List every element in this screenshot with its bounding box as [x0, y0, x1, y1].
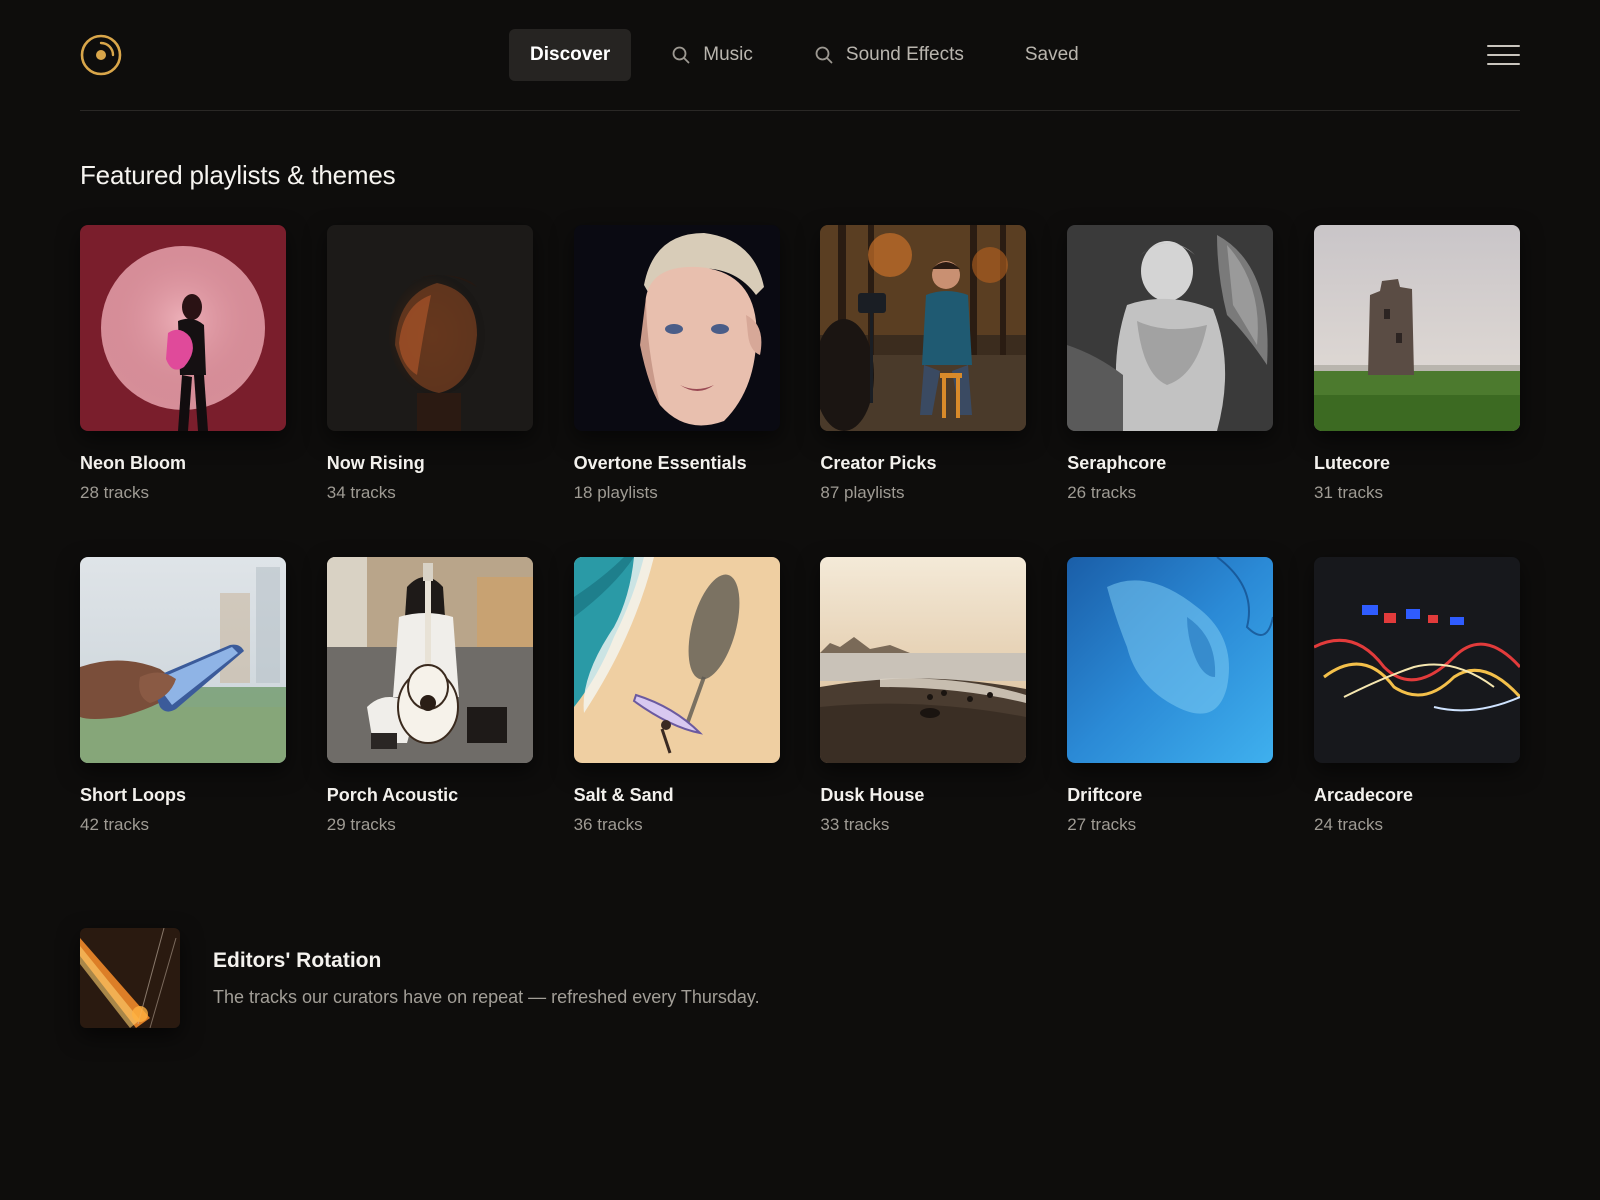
- playlist-count: 26 tracks: [1067, 483, 1137, 502]
- top-nav-bar: Discover Music Sound Effects Saved: [80, 0, 1520, 111]
- playlist-title: Driftcore: [1067, 785, 1143, 805]
- playlist-count: 24 tracks: [1313, 815, 1383, 834]
- playlist-card[interactable]: Now Rising 34 tracks: [326, 225, 533, 503]
- playlist-card[interactable]: Short Loops 42 tracks: [80, 557, 286, 835]
- playlist-title: Seraphcore: [1067, 453, 1167, 473]
- playlist-cover-image: [326, 225, 533, 431]
- nav-tab-label: Saved: [1024, 44, 1079, 65]
- playlist-count: 34 tracks: [326, 483, 396, 502]
- playlist-title: Overtone Essentials: [573, 453, 747, 473]
- playlist-card[interactable]: Porch Acoustic 29 tracks: [326, 557, 533, 835]
- nav-tab-music[interactable]: Music: [650, 29, 774, 81]
- playlist-card[interactable]: Salt & Sand 36 tracks: [573, 557, 780, 835]
- playlist-title: Short Loops: [80, 785, 186, 805]
- playlist-count: 42 tracks: [80, 815, 149, 834]
- main-nav: Discover Music Sound Effects Saved: [509, 29, 1100, 81]
- nav-tab-discover[interactable]: Discover: [509, 29, 632, 81]
- playlist-title: Neon Bloom: [80, 453, 186, 473]
- playlist-card[interactable]: Overtone Essentials 18 playlists: [573, 225, 780, 503]
- playlist-cover-image: [1313, 225, 1520, 431]
- playlist-card[interactable]: Dusk House 33 tracks: [820, 557, 1027, 835]
- playlist-count: 87 playlists: [820, 483, 905, 502]
- playlist-card[interactable]: Lutecore 31 tracks: [1313, 225, 1520, 503]
- search-icon: [671, 45, 691, 65]
- nav-tab-sound-effects[interactable]: Sound Effects: [793, 29, 985, 81]
- playlist-cover-image: [1067, 557, 1274, 763]
- playlist-title: Porch Acoustic: [326, 785, 459, 805]
- nav-tab-label: Discover: [530, 44, 611, 65]
- rotation-description: The tracks our curators have on repeat —…: [213, 987, 760, 1007]
- playlist-title: Creator Picks: [820, 453, 937, 473]
- playlist-cover-image: [820, 557, 1027, 763]
- playlist-grid: Neon Bloom 28 tracks Now Rising 34 track…: [80, 225, 1520, 835]
- logo-icon[interactable]: [80, 34, 122, 76]
- playlist-cover-image: [80, 557, 286, 763]
- playlist-card[interactable]: Seraphcore 26 tracks: [1067, 225, 1274, 503]
- playlist-cover-image: [573, 225, 780, 431]
- playlist-count: 27 tracks: [1067, 815, 1137, 834]
- nav-tab-label: Sound Effects: [845, 44, 964, 65]
- playlist-cover-image: [1313, 557, 1520, 763]
- playlist-title: Salt & Sand: [573, 785, 674, 805]
- search-icon: [814, 45, 834, 65]
- playlist-cover-image: [80, 225, 286, 431]
- rotation-title: Editors' Rotation: [213, 949, 382, 972]
- editors-rotation-banner[interactable]: Editors' Rotation The tracks our curator…: [80, 928, 980, 1028]
- playlist-count: 29 tracks: [326, 815, 396, 834]
- playlist-count: 18 playlists: [573, 483, 658, 502]
- rotation-cover-image: [80, 928, 180, 1028]
- playlist-count: 28 tracks: [80, 483, 149, 502]
- playlist-card[interactable]: Arcadecore 24 tracks: [1313, 557, 1520, 835]
- page: Discover Music Sound Effects Saved Featu…: [0, 0, 1600, 1200]
- playlist-cover-image: [326, 557, 533, 763]
- playlist-count: 36 tracks: [573, 815, 643, 834]
- nav-tab-saved[interactable]: Saved: [1004, 29, 1100, 81]
- playlist-card[interactable]: Driftcore 27 tracks: [1067, 557, 1274, 835]
- section-title: Featured playlists & themes: [80, 160, 396, 190]
- playlist-cover-image: [820, 225, 1027, 431]
- playlist-count: 33 tracks: [820, 815, 890, 834]
- hamburger-menu-icon[interactable]: [1487, 43, 1520, 67]
- playlist-cover-image: [1067, 225, 1274, 431]
- playlist-title: Now Rising: [326, 453, 425, 473]
- playlist-card[interactable]: Creator Picks 87 playlists: [820, 225, 1027, 503]
- nav-tab-label: Music: [703, 44, 753, 65]
- playlist-card[interactable]: Neon Bloom 28 tracks: [80, 225, 286, 503]
- playlist-title: Lutecore: [1313, 453, 1391, 473]
- playlist-title: Arcadecore: [1313, 785, 1414, 805]
- playlist-title: Dusk House: [820, 785, 925, 805]
- playlist-count: 31 tracks: [1313, 483, 1383, 502]
- playlist-cover-image: [573, 557, 780, 763]
